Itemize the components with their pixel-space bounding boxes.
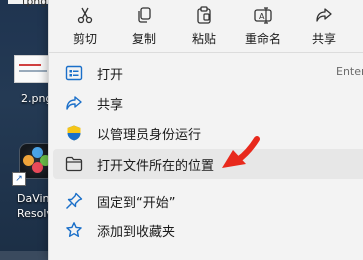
red-annotation-arrow: [222, 136, 260, 168]
